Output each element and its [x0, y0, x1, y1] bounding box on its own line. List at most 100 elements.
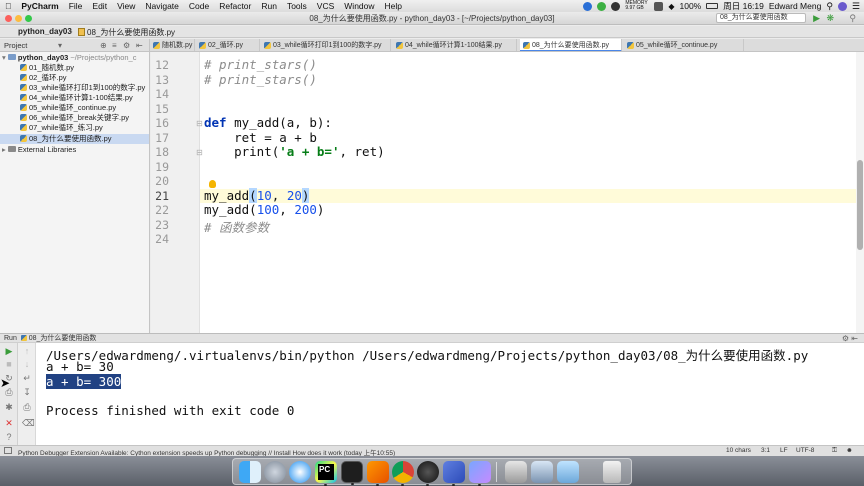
- help-icon[interactable]: ?: [4, 433, 14, 442]
- run-tab[interactable]: Run 08_为什么要使用函数: [4, 334, 96, 343]
- battery-icon[interactable]: [706, 3, 719, 9]
- breadcrumb-project[interactable]: python_day03: [18, 27, 72, 36]
- menu-run[interactable]: Run: [256, 0, 282, 12]
- tree-file-selected[interactable]: 08_为什么要使用函数.py: [0, 134, 149, 144]
- siri-icon[interactable]: [837, 1, 847, 11]
- rerun-icon[interactable]: ▶: [4, 347, 14, 356]
- tree-file[interactable]: 05_while循环_continue.py: [20, 103, 116, 113]
- soft-wrap-icon[interactable]: ↵: [22, 374, 32, 383]
- run-settings-gear-icon[interactable]: ⚙ ⇤: [842, 334, 858, 343]
- tree-file[interactable]: 06_while循环_break关键字.py: [20, 113, 129, 123]
- sublime-icon[interactable]: [367, 461, 389, 486]
- papers-icon[interactable]: [469, 461, 491, 486]
- folder-icon[interactable]: [557, 461, 579, 483]
- tree-file[interactable]: 02_循环.py: [20, 73, 67, 83]
- chrome-icon[interactable]: [392, 461, 414, 486]
- tree-file[interactable]: 04_while循环计算1-100结果.py: [20, 93, 133, 103]
- print-output-icon[interactable]: ⎙: [22, 403, 32, 412]
- tab-05-while-continue[interactable]: 05_while循环_continue.py: [624, 39, 744, 51]
- menu-view[interactable]: View: [112, 0, 140, 12]
- tab-03-while-print[interactable]: 03_while循环打印1到100的数字.py: [261, 39, 391, 51]
- editor-scrollbar[interactable]: [856, 52, 864, 333]
- apple-menu-icon[interactable]: : [0, 0, 16, 12]
- fold-marker-icon[interactable]: ⊟: [196, 119, 203, 128]
- python-file-icon: [153, 42, 160, 49]
- display-icon[interactable]: [505, 461, 527, 483]
- hide-icon[interactable]: ⇤: [136, 41, 143, 50]
- mweb-icon[interactable]: [443, 461, 465, 486]
- intention-bulb-icon[interactable]: [209, 180, 216, 188]
- notification-center-icon[interactable]: ☰: [852, 1, 860, 12]
- tab-01-random[interactable]: 随机数.py: [150, 39, 195, 51]
- safari-icon[interactable]: [289, 461, 311, 483]
- menu-refactor[interactable]: Refactor: [214, 0, 256, 12]
- menu-code[interactable]: Code: [184, 0, 214, 12]
- search-everywhere-icon[interactable]: ⚲: [849, 13, 856, 24]
- battery-percent[interactable]: 100%: [679, 1, 701, 11]
- selection-chars: 10 chars: [726, 447, 751, 454]
- sync-icon[interactable]: ⊕: [100, 41, 107, 50]
- run-config-select[interactable]: 08_为什么要使用函数: [716, 13, 806, 23]
- menu-navigate[interactable]: Navigate: [140, 0, 184, 12]
- file-encoding[interactable]: UTF-8: [796, 447, 814, 454]
- wifi-icon[interactable]: ◆: [668, 2, 674, 11]
- close-run-icon[interactable]: ✕: [4, 419, 14, 428]
- launchpad-icon[interactable]: [264, 461, 286, 483]
- menu-window[interactable]: Window: [339, 0, 379, 12]
- scroll-to-end-icon[interactable]: ↧: [22, 388, 32, 397]
- code-line-18: print('a + b=', ret): [204, 144, 385, 159]
- tree-file[interactable]: 03_while循环打印1到100的数字.py: [20, 83, 145, 93]
- tree-file[interactable]: 07_while循环_练习.py: [20, 123, 103, 133]
- menu-tools[interactable]: Tools: [282, 0, 312, 12]
- tab-04-while-sum[interactable]: 04_while循环计算1-100结果.py: [393, 39, 517, 51]
- code-line-22: my_add(100, 200): [204, 202, 324, 217]
- tray-record-icon[interactable]: [611, 1, 621, 11]
- line-number: 14: [155, 87, 169, 101]
- tab-08-functions[interactable]: 08_为什么要使用函数.py: [520, 39, 622, 51]
- trash-icon[interactable]: [603, 461, 621, 483]
- tray-sync-icon[interactable]: [597, 1, 607, 11]
- run-icon[interactable]: ▶: [813, 13, 820, 24]
- debug-icon[interactable]: ❋: [826, 13, 834, 24]
- tree-file-label: 04_while循环计算1-100结果.py: [29, 93, 133, 102]
- finder-icon[interactable]: [239, 461, 261, 483]
- menu-help[interactable]: Help: [380, 0, 407, 12]
- menu-edit[interactable]: Edit: [87, 0, 112, 12]
- clock[interactable]: 周日 16:19: [723, 0, 764, 12]
- memory-indicator[interactable]: MEMORY 9.97 GB: [625, 1, 649, 11]
- menu-file[interactable]: File: [64, 0, 88, 12]
- tool-windows-icon[interactable]: [4, 447, 12, 454]
- clear-all-icon[interactable]: ⌫: [22, 419, 35, 428]
- user-menu[interactable]: Edward Meng: [769, 1, 821, 11]
- line-separator[interactable]: LF: [780, 447, 788, 454]
- caret-position[interactable]: 3:1: [761, 447, 770, 454]
- inspector-icon[interactable]: ☻: [846, 447, 853, 454]
- pycharm-icon[interactable]: PC: [315, 461, 337, 486]
- obs-icon[interactable]: [417, 461, 439, 486]
- pin-icon[interactable]: ✱: [4, 403, 14, 412]
- tree-external-libraries[interactable]: ▸ External Libraries: [2, 145, 76, 155]
- tray-display-icon[interactable]: [654, 1, 664, 11]
- tab-02-loop[interactable]: 02_循环.py: [196, 39, 260, 51]
- fold-end-icon[interactable]: ⊟: [196, 148, 203, 157]
- macos-menu-bar:  PyCharm File Edit View Navigate Code R…: [0, 0, 864, 12]
- breadcrumb-file[interactable]: 08_为什么要使用函数.py: [78, 27, 175, 38]
- app-menu[interactable]: PyCharm: [16, 0, 63, 12]
- lock-icon[interactable]: ⚿: [832, 447, 837, 455]
- project-view-select[interactable]: Project: [4, 41, 27, 50]
- menu-vcs[interactable]: VCS: [312, 0, 339, 12]
- screen-icon[interactable]: [531, 461, 553, 483]
- spotlight-icon[interactable]: ⚲: [826, 1, 833, 12]
- up-arrow-icon[interactable]: ↑: [22, 347, 32, 356]
- terminal-icon[interactable]: [341, 461, 363, 485]
- collapse-icon[interactable]: ≡: [112, 41, 117, 50]
- scrollbar-thumb[interactable]: [857, 160, 863, 250]
- tree-file[interactable]: 01_随机数.py: [20, 63, 74, 73]
- gear-icon[interactable]: ⚙: [123, 41, 130, 50]
- dropdown-chevron-icon[interactable]: ▾: [58, 41, 62, 50]
- down-arrow-icon[interactable]: ↓: [22, 360, 32, 369]
- tree-root[interactable]: ▾ python_day03 ~/Projects/python_c: [2, 53, 136, 63]
- tree-root-label: python_day03: [17, 53, 69, 62]
- stop-icon[interactable]: ■: [4, 360, 14, 369]
- tray-app-icon[interactable]: [583, 1, 593, 11]
